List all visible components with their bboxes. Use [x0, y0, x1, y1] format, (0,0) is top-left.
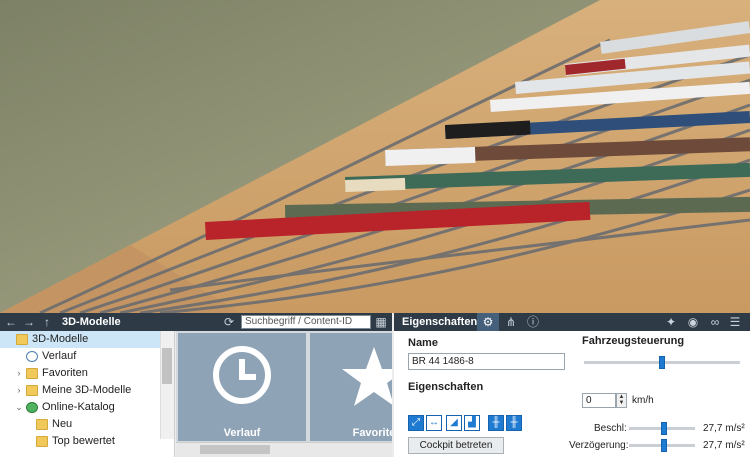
decel-value: 27,7 m/s² [703, 440, 745, 451]
coupler-rear-icon[interactable]: ╫ [506, 415, 522, 431]
tree-item-3d-modelle[interactable]: 3D-Modelle [0, 331, 160, 348]
tree-item-favoriten[interactable]: › Favoriten [0, 365, 160, 382]
chevron-down-icon[interactable]: ⌄ [14, 399, 24, 416]
coupler-front-icon[interactable]: ╫ [488, 415, 504, 431]
speed-slider-thumb[interactable] [659, 356, 665, 369]
speed-stepper[interactable]: ▲ ▼ [616, 393, 627, 408]
folder-icon [16, 334, 28, 345]
back-arrow-icon[interactable]: ← [4, 315, 18, 329]
globe-icon [26, 402, 38, 413]
bottom-panel: ← → ↑ 3D-Modelle ⟳ Suchbegriff / Content… [0, 313, 750, 457]
folder-icon [36, 436, 48, 447]
refresh-icon[interactable]: ⟳ [222, 315, 236, 329]
catalog-tiles: Verlauf Favorite [176, 331, 392, 457]
speed-field[interactable]: 0 [582, 393, 616, 408]
catalog-tree: 3D-Modelle Verlauf › Favoriten › Meine 3… [0, 331, 175, 457]
pin-icon[interactable]: ✦ [664, 315, 678, 329]
tree-scrollbar-thumb[interactable] [162, 348, 172, 384]
accel-value: 27,7 m/s² [703, 423, 745, 434]
chevron-right-icon[interactable]: › [14, 365, 24, 382]
tree-item-online-katalog[interactable]: ⌄ Online-Katalog [0, 399, 160, 416]
star-icon [342, 347, 392, 406]
clock-icon [26, 351, 38, 362]
name-heading: Name [408, 337, 438, 349]
decel-label: Verzögerung: [569, 440, 629, 451]
properties-tab-title: Eigenschaften [402, 316, 478, 328]
chevron-right-icon[interactable]: › [14, 382, 24, 399]
tiles-scrollbar-thumb[interactable] [200, 445, 270, 454]
properties-toolbar: Eigenschaften ⚙ ⋔ ⓘ ✦ ◉ ∞ ☰ [394, 313, 750, 331]
name-field[interactable]: BR 44 1486-8 [408, 353, 565, 370]
properties-heading: Eigenschaften [408, 381, 484, 393]
decel-slider-thumb[interactable] [661, 439, 667, 452]
accel-slider-thumb[interactable] [661, 422, 667, 435]
distance-icon[interactable]: ↔ [426, 415, 442, 431]
eye-icon[interactable]: ◉ [686, 315, 700, 329]
couple-icon[interactable]: ⤢ [408, 415, 424, 431]
tree-item-meine-3d-modelle[interactable]: › Meine 3D-Modelle [0, 382, 160, 399]
railway-scene [0, 0, 750, 313]
hierarchy-icon[interactable]: ⋔ [504, 315, 518, 329]
catalog-toolbar: ← → ↑ 3D-Modelle ⟳ Suchbegriff / Content… [0, 313, 392, 331]
folder-icon [26, 385, 38, 396]
link-icon[interactable]: ∞ [708, 315, 722, 329]
accel-label: Beschl: [594, 423, 627, 434]
tile-favoriten[interactable]: Favorite [310, 333, 392, 441]
up-arrow-icon[interactable]: ↑ [40, 315, 54, 329]
search-input[interactable]: Suchbegriff / Content-ID [241, 315, 371, 329]
lock-icon[interactable]: ▟ [464, 415, 480, 431]
slope-icon[interactable]: ◢ [446, 415, 462, 431]
forward-arrow-icon[interactable]: → [22, 315, 36, 329]
tree-item-top-bewertet[interactable]: Top bewertet [0, 433, 160, 450]
properties-panel: Name BR 44 1486-8 Eigenschaften ⤢ ↔ ◢ ▟ … [394, 331, 750, 457]
tree-item-neu[interactable]: Neu [0, 416, 160, 433]
tile-verlauf[interactable]: Verlauf [178, 333, 306, 441]
clock-icon [213, 346, 271, 404]
3d-viewport[interactable] [0, 0, 750, 313]
menu-icon[interactable]: ☰ [728, 315, 742, 329]
catalog-title: 3D-Modelle [62, 316, 121, 328]
info-icon[interactable]: ⓘ [526, 315, 540, 329]
speed-unit: km/h [632, 395, 654, 406]
gear-icon[interactable]: ⚙ [481, 315, 495, 329]
tree-item-verlauf[interactable]: Verlauf [0, 348, 160, 365]
cockpit-button[interactable]: Cockpit betreten [408, 437, 504, 454]
star-icon [36, 419, 48, 430]
control-heading: Fahrzeugsteuerung [582, 335, 685, 347]
grid-view-icon[interactable]: ▦ [374, 315, 388, 329]
folder-icon [26, 368, 38, 379]
